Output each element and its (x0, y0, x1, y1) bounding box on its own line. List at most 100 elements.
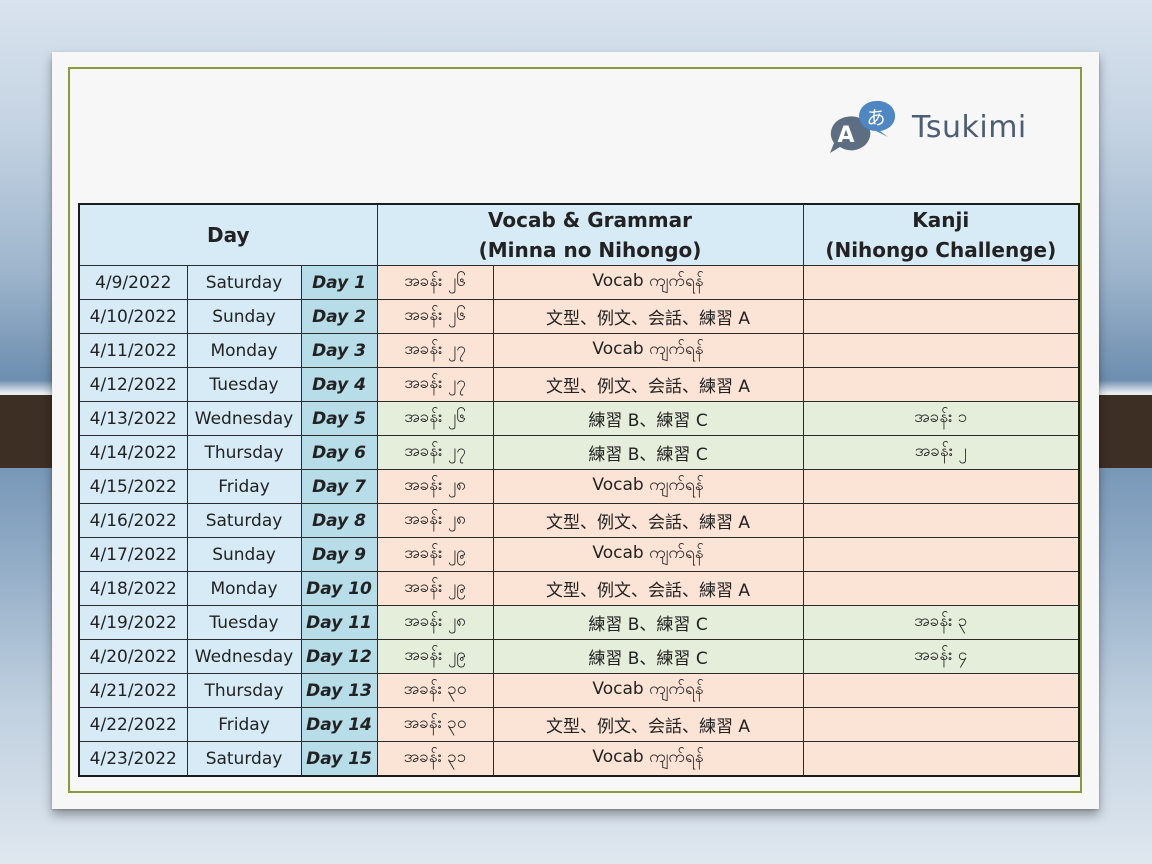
date-cell: 4/21/2022 (78, 673, 188, 708)
lesson-cell: အခန်း ၂၉ (376, 639, 494, 674)
day-number-cell: Day 1 (300, 265, 378, 300)
kanji-task-cell: အခန်း ၁ (802, 401, 1080, 436)
kanji-task-cell: အခန်း ၄ (802, 639, 1080, 674)
header-day: Day (78, 203, 378, 266)
weekday-cell: Wednesday (186, 401, 302, 436)
date-cell: 4/9/2022 (78, 265, 188, 300)
vocab-task-cell: Vocab ကျက်ရန် (492, 333, 804, 368)
schedule-table: Day Vocab & Grammar (Minna no Nihongo) K… (78, 203, 1081, 777)
lesson-cell: အခန်း ၂၈ (376, 503, 494, 538)
vocab-task-cell: Vocab ကျက်ရန် (492, 469, 804, 504)
kanji-task-cell (802, 741, 1080, 777)
day-number-cell: Day 5 (300, 401, 378, 436)
date-cell: 4/19/2022 (78, 605, 188, 640)
kanji-task-cell (802, 707, 1080, 742)
date-cell: 4/17/2022 (78, 537, 188, 572)
day-number-cell: Day 13 (300, 673, 378, 708)
day-number-cell: Day 11 (300, 605, 378, 640)
vocab-task-cell: 文型、例文、会話、練習 A (492, 503, 804, 538)
date-cell: 4/10/2022 (78, 299, 188, 334)
date-cell: 4/23/2022 (78, 741, 188, 777)
chat-bubbles-icon: A あ (830, 100, 896, 153)
header-kanji-line2: (Nihongo Challenge) (825, 238, 1057, 262)
date-cell: 4/15/2022 (78, 469, 188, 504)
table-row: 4/15/2022 Friday Day 7 အခန်း ၂၈ Vocab ကျက်ရန… (78, 469, 1080, 504)
table-row: 4/11/2022 Monday Day 3 အခန်း ၂၇ Vocab ကျက်ရန… (78, 333, 1080, 368)
day-number-cell: Day 6 (300, 435, 378, 470)
kanji-task-cell: အခန်း ၃ (802, 605, 1080, 640)
weekday-cell: Sunday (186, 537, 302, 572)
weekday-cell: Thursday (186, 435, 302, 470)
weekday-cell: Thursday (186, 673, 302, 708)
logo-glyph-a: A (837, 123, 854, 148)
table-row: 4/10/2022 Sunday Day 2 အခန်း ၂၆ 文型、例文、会話、練習 … (78, 299, 1080, 334)
vocab-task-cell: 練習 B、練習 C (492, 639, 804, 674)
day-number-cell: Day 14 (300, 707, 378, 742)
weekday-cell: Saturday (186, 741, 302, 777)
table-row: 4/14/2022 Thursday Day 6 အခန်း ၂၇ 練習 B、練習 Cအ… (78, 435, 1080, 470)
day-number-cell: Day 15 (300, 741, 378, 777)
day-number-cell: Day 10 (300, 571, 378, 606)
weekday-cell: Friday (186, 707, 302, 742)
day-number-cell: Day 9 (300, 537, 378, 572)
table-row: 4/20/2022 Wednesday Day 12 အခန်း ၂၉ 練習 B、練習 … (78, 639, 1080, 674)
day-number-cell: Day 8 (300, 503, 378, 538)
day-number-cell: Day 3 (300, 333, 378, 368)
table-row: 4/13/2022 Wednesday Day 5 အခန်း ၂၆ 練習 B、練習 C… (78, 401, 1080, 436)
table-row: 4/9/2022 Saturday Day 1 အခန်း ၂၆ Vocab ကျက်ရ… (78, 265, 1080, 300)
weekday-cell: Saturday (186, 503, 302, 538)
schedule-card: A あ Tsukimi Day Vocab & Grammar (Minna n… (52, 52, 1099, 809)
vocab-task-cell: Vocab ကျက်ရန် (492, 265, 804, 300)
kanji-task-cell (802, 503, 1080, 538)
date-cell: 4/18/2022 (78, 571, 188, 606)
weekday-cell: Saturday (186, 265, 302, 300)
lesson-cell: အခန်း ၂၇ (376, 367, 494, 402)
lesson-cell: အခန်း ၂၉ (376, 537, 494, 572)
kanji-task-cell (802, 673, 1080, 708)
lesson-cell: အခန်း ၃၀ (376, 707, 494, 742)
table-row: 4/18/2022 Monday Day 10 အခန်း ၂၉ 文型、例文、会話、練習… (78, 571, 1080, 606)
header-vocab-grammar: Vocab & Grammar (Minna no Nihongo) (376, 203, 804, 266)
kanji-task-cell (802, 537, 1080, 572)
lesson-cell: အခန်း ၂၇ (376, 435, 494, 470)
day-number-cell: Day 12 (300, 639, 378, 674)
weekday-cell: Friday (186, 469, 302, 504)
header-row: Day Vocab & Grammar (Minna no Nihongo) K… (78, 203, 1080, 266)
day-number-cell: Day 4 (300, 367, 378, 402)
vocab-task-cell: 練習 B、練習 C (492, 605, 804, 640)
weekday-cell: Tuesday (186, 367, 302, 402)
weekday-cell: Wednesday (186, 639, 302, 674)
table-row: 4/16/2022 Saturday Day 8 အခန်း ၂၈ 文型、例文、会話、練… (78, 503, 1080, 538)
date-cell: 4/13/2022 (78, 401, 188, 436)
table-row: 4/23/2022 Saturday Day 15 အခန်း ၃၁ Vocab ကျက… (78, 741, 1080, 777)
weekday-cell: Monday (186, 333, 302, 368)
table-row: 4/19/2022 Tuesday Day 11 အခန်း ၂၈ 練習 B、練習 Cအ… (78, 605, 1080, 640)
day-number-cell: Day 2 (300, 299, 378, 334)
vocab-task-cell: Vocab ကျက်ရန် (492, 741, 804, 777)
tsukimi-logo: A あ Tsukimi (824, 99, 1027, 155)
day-number-cell: Day 7 (300, 469, 378, 504)
weekday-cell: Tuesday (186, 605, 302, 640)
header-vocab-line1: Vocab & Grammar (488, 208, 693, 232)
header-kanji: Kanji (Nihongo Challenge) (802, 203, 1080, 266)
date-cell: 4/12/2022 (78, 367, 188, 402)
header-vocab-line2: (Minna no Nihongo) (478, 238, 702, 262)
lesson-cell: အခန်း ၂၉ (376, 571, 494, 606)
lesson-cell: အခန်း ၂၈ (376, 469, 494, 504)
date-cell: 4/14/2022 (78, 435, 188, 470)
lesson-cell: အခန်း ၂၆ (376, 299, 494, 334)
kanji-task-cell (802, 265, 1080, 300)
kanji-task-cell: အခန်း ၂ (802, 435, 1080, 470)
vocab-task-cell: 練習 B、練習 C (492, 435, 804, 470)
date-cell: 4/22/2022 (78, 707, 188, 742)
kanji-task-cell (802, 299, 1080, 334)
vocab-task-cell: 文型、例文、会話、練習 A (492, 299, 804, 334)
lesson-cell: အခန်း ၂၆ (376, 265, 494, 300)
table-row: 4/21/2022 Thursday Day 13 အခန်း ၃၀ Vocab ကျက… (78, 673, 1080, 708)
vocab-task-cell: 練習 B、練習 C (492, 401, 804, 436)
lesson-cell: အခန်း ၂၈ (376, 605, 494, 640)
logo-text: Tsukimi (912, 109, 1027, 145)
logo-glyph-kana: あ (866, 107, 885, 129)
date-cell: 4/16/2022 (78, 503, 188, 538)
header-kanji-line1: Kanji (912, 208, 970, 232)
